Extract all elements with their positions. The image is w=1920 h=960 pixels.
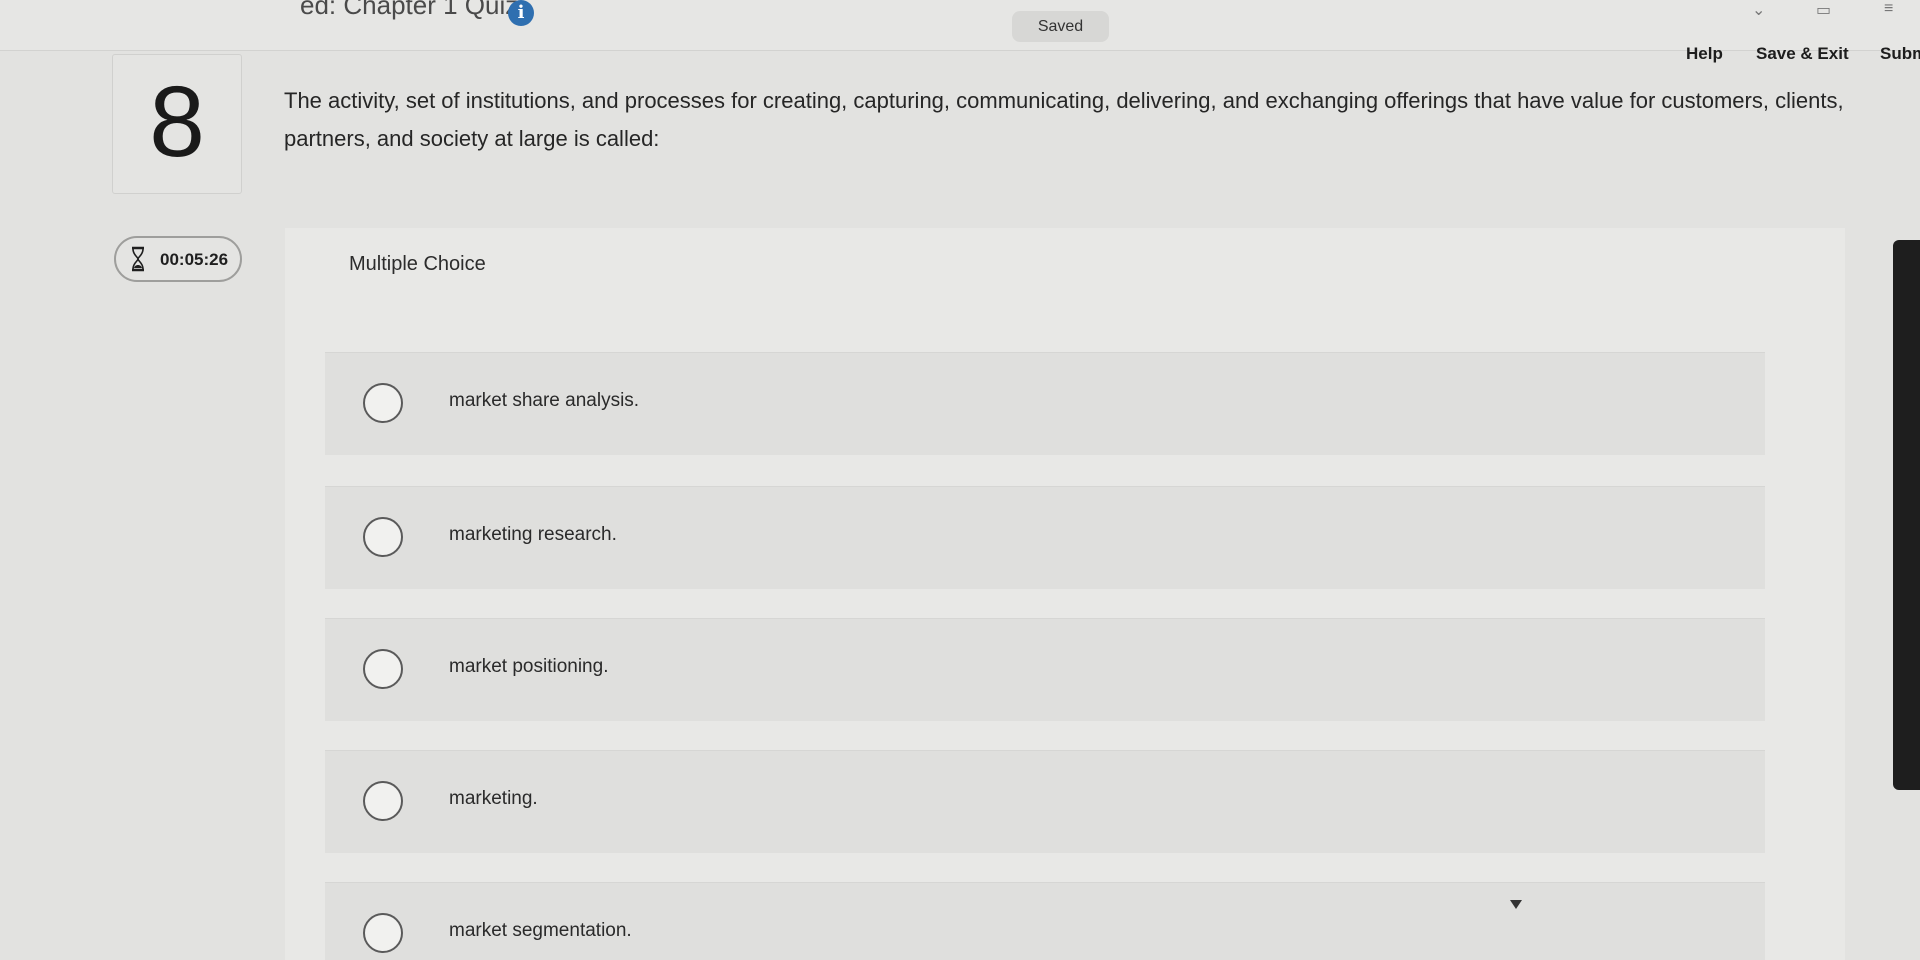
info-icon[interactable]: i [508, 0, 534, 26]
answer-choice[interactable]: marketing research. [325, 486, 1765, 589]
question-number-box: 8 [112, 54, 242, 194]
save-exit-button[interactable]: Save & Exit [1756, 44, 1849, 64]
choice-label: marketing research. [449, 524, 617, 545]
saved-status-badge: Saved [1012, 11, 1109, 42]
answer-choice[interactable]: market share analysis. [325, 352, 1765, 455]
choice-label: market positioning. [449, 656, 609, 677]
menu-icon[interactable]: ≡ [1884, 0, 1893, 18]
answer-choice[interactable]: market segmentation. [325, 882, 1765, 960]
chevron-down-icon[interactable]: ⌄ [1752, 0, 1765, 20]
help-button[interactable]: Help [1686, 44, 1723, 64]
choice-label: marketing. [449, 788, 538, 809]
radio-button[interactable] [363, 383, 403, 423]
radio-button[interactable] [363, 517, 403, 557]
choice-label: market segmentation. [449, 920, 632, 941]
quiz-page: ed: Chapter 1 Quiz i Saved ⌄ ▭ ≡ Help Sa… [0, 0, 1920, 960]
timer-value: 00:05:26 [160, 250, 229, 269]
submit-button[interactable]: Subm [1880, 44, 1920, 64]
quiz-title: ed: Chapter 1 Quiz [300, 0, 519, 20]
radio-button[interactable] [363, 913, 403, 953]
question-text: The activity, set of institutions, and p… [284, 88, 1844, 151]
answer-choice[interactable]: market positioning. [325, 618, 1765, 721]
side-panel-edge [1893, 240, 1920, 790]
question-number: 8 [149, 66, 205, 178]
hourglass-icon [132, 246, 144, 272]
scroll-down-arrow-icon[interactable] [1510, 900, 1522, 909]
question-type-label: Multiple Choice [349, 253, 486, 275]
radio-button[interactable] [363, 649, 403, 689]
radio-button[interactable] [363, 781, 403, 821]
top-bar: ed: Chapter 1 Quiz i Saved ⌄ ▭ ≡ [0, 0, 1920, 51]
answer-choice[interactable]: marketing. [325, 750, 1765, 853]
window-icon[interactable]: ▭ [1816, 0, 1831, 20]
timer[interactable]: 00:05:26 [114, 236, 242, 282]
choice-label: market share analysis. [449, 390, 640, 411]
